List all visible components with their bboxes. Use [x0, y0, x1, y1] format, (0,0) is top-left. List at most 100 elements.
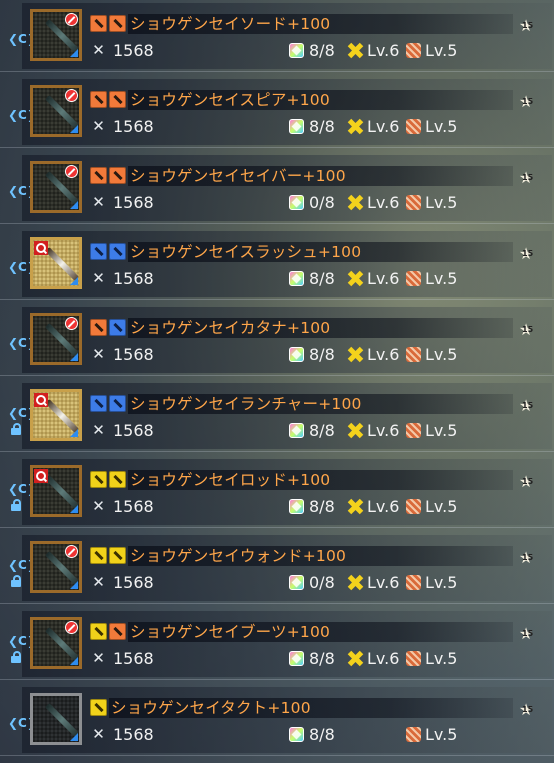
item-name: ショウゲンセイランチャー+100 — [130, 395, 362, 413]
orange-pattern-icon — [406, 727, 421, 742]
crossed-swords-icon: ✕ — [92, 41, 105, 59]
rarity-number: 15 — [522, 325, 534, 334]
star-icon: ★ 15 — [518, 396, 534, 415]
item-name: ショウゲンセイタクト+100 — [111, 699, 311, 717]
augment-slot-icon — [289, 119, 304, 134]
c-icon: ❮C❯ — [8, 558, 37, 572]
star-icon: ★ 15 — [518, 92, 534, 111]
item-thumbnail[interactable] — [30, 389, 82, 441]
corner-marker — [70, 49, 78, 57]
rarity-number: 15 — [522, 477, 534, 486]
ban-icon — [65, 165, 78, 178]
orange-pattern-icon — [406, 423, 421, 438]
corner-marker — [70, 581, 78, 589]
weapon-type-icon — [109, 547, 126, 564]
lv2-value: Lv.5 — [425, 649, 458, 668]
ban-icon — [65, 317, 78, 330]
item-thumbnail[interactable] — [30, 9, 82, 61]
type-tags — [90, 319, 128, 336]
item-name: ショウゲンセイカタナ+100 — [130, 319, 331, 337]
yellow-cross-icon — [348, 43, 363, 58]
stat-line: ✕ 1568 0/8 Lv.6 Lv.5 — [90, 193, 520, 213]
lv2-value: Lv.5 — [425, 193, 458, 212]
orange-pattern-icon — [406, 43, 421, 58]
augment-slot-icon — [289, 43, 304, 58]
rarity-number: 15 — [522, 629, 534, 638]
stat-line: ✕ 1568 8/8 Lv.6 Lv.5 — [90, 497, 520, 517]
item-thumbnail[interactable] — [30, 85, 82, 137]
c-icon: ❮C❯ — [8, 184, 37, 198]
magnifier-icon — [34, 469, 48, 483]
yellow-cross-icon — [348, 195, 363, 210]
attack-value: 1568 — [113, 269, 154, 288]
augment-slot-icon — [289, 651, 304, 666]
lv2-value: Lv.5 — [425, 117, 458, 136]
crossed-swords-icon: ✕ — [92, 193, 105, 211]
attack-value: 1568 — [113, 421, 154, 440]
equipment-row[interactable]: ❮C❯ ショウゲンセイランチャー+100 ★ 15 ✕ 1568 8/8 Lv.6… — [0, 380, 554, 452]
item-thumbnail[interactable] — [30, 693, 82, 745]
equipment-row[interactable]: ❮C❯ ショウゲンセイスピア+100 ★ 15 ✕ 1568 8/8 Lv.6 L… — [0, 76, 554, 148]
orange-pattern-icon — [406, 499, 421, 514]
rarity-number: 15 — [522, 553, 534, 562]
equipment-row[interactable]: ❮C❯ ショウゲンセイロッド+100 ★ 15 ✕ 1568 8/8 Lv.6 L… — [0, 456, 554, 528]
augment-slot-icon — [289, 423, 304, 438]
ban-icon — [65, 545, 78, 558]
c-icon: ❮C❯ — [8, 32, 37, 46]
augment-slot-icon — [289, 195, 304, 210]
lv1-value: Lv.6 — [367, 345, 400, 364]
attack-value: 1568 — [113, 193, 154, 212]
rarity-number: 15 — [522, 249, 534, 258]
corner-marker — [70, 125, 78, 133]
type-tags — [90, 699, 109, 716]
lv1-value: Lv.6 — [367, 497, 400, 516]
weapon-type-icon — [90, 243, 107, 260]
slot-count: 8/8 — [309, 421, 335, 440]
slot-count: 8/8 — [309, 345, 335, 364]
star-icon: ★ 15 — [518, 320, 534, 339]
type-tags — [90, 547, 128, 564]
ban-icon — [65, 13, 78, 26]
orange-pattern-icon — [406, 575, 421, 590]
weapon-type-icon — [109, 623, 126, 640]
yellow-cross-icon — [348, 271, 363, 286]
rarity-number: 15 — [522, 21, 534, 30]
item-thumbnail[interactable] — [30, 541, 82, 593]
crossed-swords-icon: ✕ — [92, 117, 105, 135]
star-icon: ★ 15 — [518, 548, 534, 567]
item-thumbnail[interactable] — [30, 465, 82, 517]
attack-value: 1568 — [113, 117, 154, 136]
equipment-row[interactable]: ❮C❯ ショウゲンセイセイバー+100 ★ 15 ✕ 1568 0/8 Lv.6 … — [0, 152, 554, 224]
item-thumbnail[interactable] — [30, 617, 82, 669]
item-name: ショウゲンセイセイバー+100 — [130, 167, 346, 185]
equipment-row[interactable]: ❮C❯ ショウゲンセイカタナ+100 ★ 15 ✕ 1568 8/8 Lv.6 L… — [0, 304, 554, 376]
slot-count: 8/8 — [309, 725, 335, 744]
lv2-value: Lv.5 — [425, 345, 458, 364]
weapon-type-icon — [90, 167, 107, 184]
star-icon: ★ 15 — [518, 624, 534, 643]
lv2-value: Lv.5 — [425, 573, 458, 592]
lv2-value: Lv.5 — [425, 497, 458, 516]
weapon-image — [45, 475, 79, 509]
equipment-row[interactable]: ❮C❯ ショウゲンセイタクト+100 ★ 15 ✕ 1568 8/8 Lv.5 — [0, 684, 554, 756]
type-tags — [90, 623, 128, 640]
equipment-row[interactable]: ❮C❯ ショウゲンセイウォンド+100 ★ 15 ✕ 1568 0/8 Lv.6 … — [0, 532, 554, 604]
yellow-cross-icon — [348, 575, 363, 590]
stat-line: ✕ 1568 8/8 Lv.6 Lv.5 — [90, 345, 520, 365]
slot-count: 8/8 — [309, 117, 335, 136]
item-thumbnail[interactable] — [30, 313, 82, 365]
corner-marker — [70, 657, 78, 665]
yellow-cross-icon — [348, 119, 363, 134]
item-thumbnail[interactable] — [30, 161, 82, 213]
lv2-value: Lv.5 — [425, 421, 458, 440]
type-tags — [90, 243, 128, 260]
equipment-row[interactable]: ❮C❯ ショウゲンセイブーツ+100 ★ 15 ✕ 1568 8/8 Lv.6 L… — [0, 608, 554, 680]
augment-slot-icon — [289, 347, 304, 362]
star-icon: ★ 15 — [518, 700, 534, 719]
equipment-row[interactable]: ❮C❯ ショウゲンセイスラッシュ+100 ★ 15 ✕ 1568 8/8 Lv.6… — [0, 228, 554, 300]
equipment-row[interactable]: ❮C❯ ショウゲンセイソード+100 ★ 15 ✕ 1568 8/8 Lv.6 L… — [0, 0, 554, 72]
weapon-image — [45, 399, 79, 433]
item-thumbnail[interactable] — [30, 237, 82, 289]
corner-marker — [70, 277, 78, 285]
lv1-value: Lv.6 — [367, 649, 400, 668]
